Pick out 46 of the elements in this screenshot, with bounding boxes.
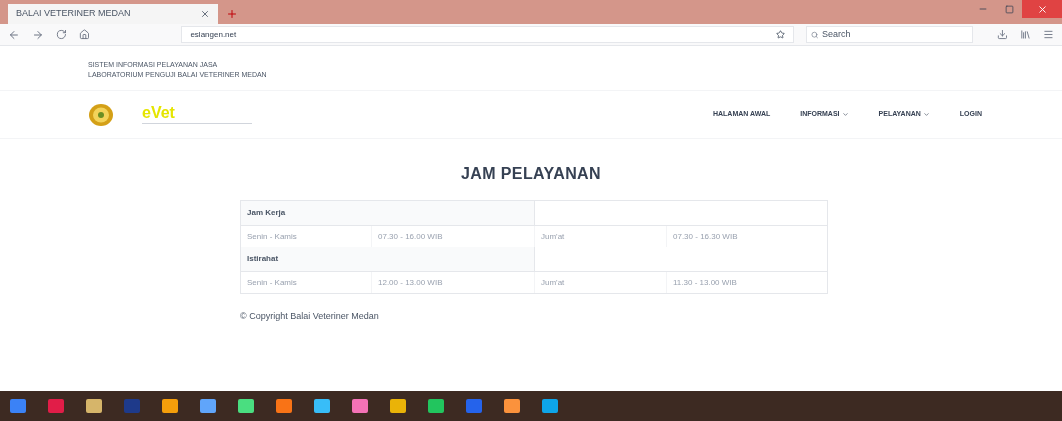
forward-icon[interactable] xyxy=(31,28,44,41)
app-icon[interactable] xyxy=(48,399,64,413)
app-icon[interactable] xyxy=(200,399,216,413)
emblem-icon xyxy=(88,102,114,127)
app-icon[interactable] xyxy=(504,399,520,413)
browser-tab[interactable]: BALAI VETERINER MEDAN xyxy=(8,4,218,24)
app-icon[interactable] xyxy=(390,399,406,413)
app-icon[interactable] xyxy=(352,399,368,413)
close-icon[interactable] xyxy=(200,9,210,19)
app-icon[interactable] xyxy=(86,399,102,413)
home-icon[interactable] xyxy=(78,29,90,40)
table-cell: Jum'at xyxy=(534,226,666,247)
search-input[interactable]: Search xyxy=(821,27,969,42)
search-icon xyxy=(810,30,818,39)
address-bar[interactable]: eslangen.net xyxy=(181,26,794,43)
app-icon[interactable] xyxy=(428,399,444,413)
page-title: JAM PELAYANAN xyxy=(459,164,603,184)
search-field[interactable]: Search xyxy=(805,26,974,43)
app-icon[interactable] xyxy=(124,399,140,413)
reload-icon[interactable] xyxy=(55,29,67,40)
close-window-button[interactable] xyxy=(1022,0,1062,18)
table-cell-text: Senin - Kamis xyxy=(246,230,298,243)
bookmark-star-icon[interactable] xyxy=(775,30,785,39)
table-cell-text: Senin - Kamis xyxy=(246,276,298,289)
app-icon[interactable] xyxy=(542,399,558,413)
table-cell: 12.00 - 13.00 WIB xyxy=(371,272,534,293)
app-icon[interactable] xyxy=(10,399,26,413)
close-icon xyxy=(1036,3,1048,15)
section-heading: Jam Kerja xyxy=(241,201,534,225)
logo: eVet xyxy=(142,105,252,124)
table-cell: 07.30 - 16.30 WIB xyxy=(666,226,827,247)
app-icon[interactable] xyxy=(276,399,292,413)
app-icon[interactable] xyxy=(466,399,482,413)
table-cell: 11.30 - 13.00 WIB xyxy=(666,272,827,293)
new-tab-icon[interactable] xyxy=(226,8,238,20)
copyright: © Copyright Balai Veteriner Medan xyxy=(240,310,380,323)
app-icon[interactable] xyxy=(314,399,330,413)
maximize-icon[interactable] xyxy=(1004,4,1014,14)
download-icon[interactable] xyxy=(997,29,1009,40)
table-cell: Jum'at xyxy=(534,272,666,293)
menu-icon[interactable] xyxy=(1043,29,1054,40)
library-icon[interactable] xyxy=(1020,29,1032,40)
app-icon[interactable] xyxy=(162,399,178,413)
section-heading: Istirahat xyxy=(241,247,534,271)
back-icon[interactable] xyxy=(8,28,20,41)
app-icon[interactable] xyxy=(238,399,254,413)
